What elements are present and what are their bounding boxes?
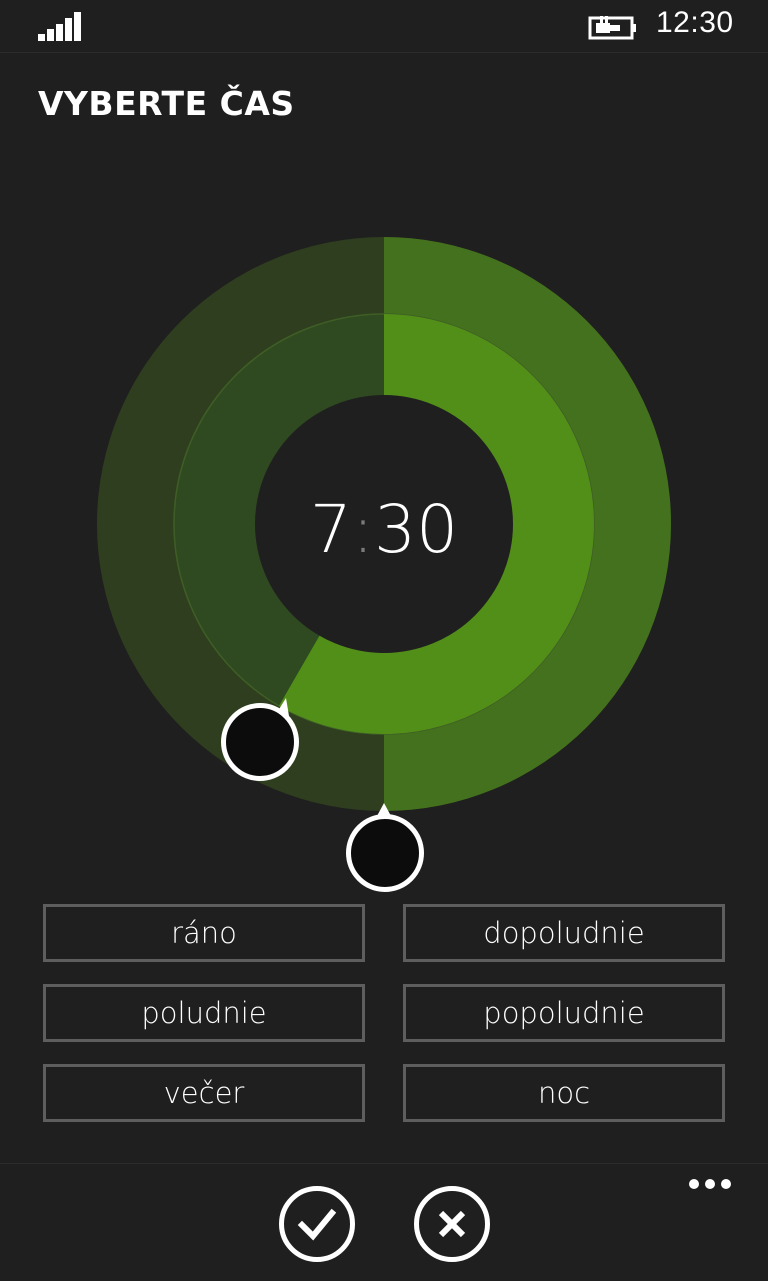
period-button-popoludnie[interactable]: popoludnie	[403, 984, 725, 1042]
close-icon	[438, 1210, 466, 1238]
period-button-rano[interactable]: ráno	[43, 904, 365, 962]
selected-minutes: 30	[374, 491, 459, 568]
time-separator: :	[351, 491, 375, 568]
period-button-vecer[interactable]: večer	[43, 1064, 365, 1122]
confirm-button[interactable]	[279, 1186, 355, 1262]
checkmark-icon	[297, 1208, 337, 1241]
selected-hours: 7	[309, 491, 352, 568]
minute-handle[interactable]	[346, 814, 424, 892]
selected-time: 7:30	[256, 490, 512, 570]
period-button-dopoludnie[interactable]: dopoludnie	[403, 904, 725, 962]
ellipsis-icon[interactable]	[688, 1177, 732, 1191]
period-button-poludnie[interactable]: poludnie	[43, 984, 365, 1042]
period-button-noc[interactable]: noc	[403, 1064, 725, 1122]
app-bar	[0, 1163, 768, 1281]
hour-handle[interactable]	[221, 703, 299, 781]
cancel-button[interactable]	[414, 1186, 490, 1262]
